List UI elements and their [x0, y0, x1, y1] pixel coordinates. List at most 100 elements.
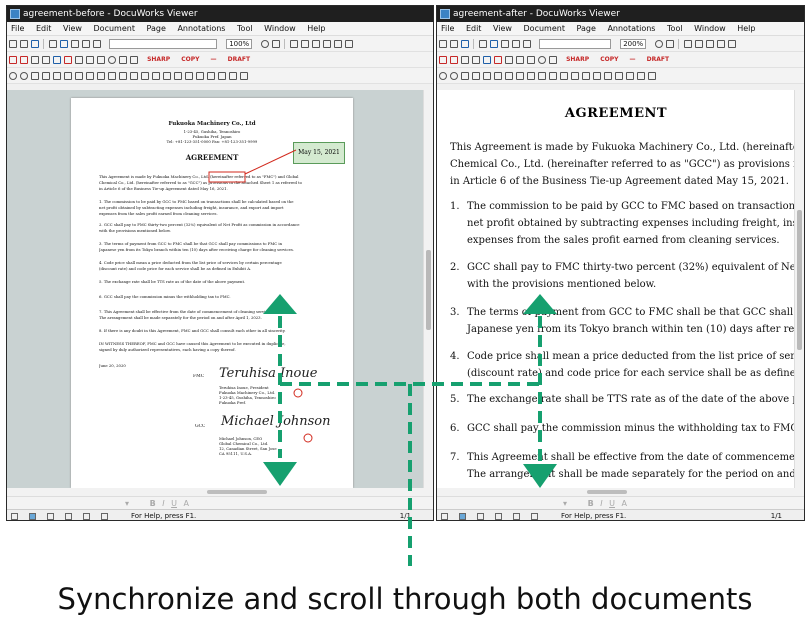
shape-smile-icon[interactable]: [582, 72, 590, 80]
shape-flag-icon[interactable]: [604, 72, 612, 80]
link-icon[interactable]: [119, 56, 127, 64]
shape-note-icon[interactable]: [637, 72, 645, 80]
shape-heart-icon[interactable]: [141, 72, 149, 80]
menu-view[interactable]: View: [493, 24, 512, 33]
shape-bracket-icon[interactable]: [516, 72, 524, 80]
search-input[interactable]: [539, 39, 612, 49]
text-select-icon[interactable]: [512, 40, 520, 48]
horizontal-scrollbar[interactable]: [437, 488, 804, 496]
shape-tag-icon[interactable]: [648, 72, 656, 80]
shape-note-icon[interactable]: [207, 72, 215, 80]
menu-edit[interactable]: Edit: [466, 24, 482, 33]
link-view-icon[interactable]: [531, 513, 538, 520]
zoom-select[interactable]: 100%: [226, 39, 253, 49]
ellipse-icon[interactable]: [75, 56, 83, 64]
menu-document[interactable]: Document: [524, 24, 565, 33]
text-annotation-icon[interactable]: [439, 56, 447, 64]
zoom-in-icon[interactable]: [655, 40, 664, 48]
shape-balloon-icon[interactable]: [626, 72, 634, 80]
date-stamp-icon[interactable]: [527, 56, 535, 64]
shape-cross-icon[interactable]: [494, 72, 502, 80]
stamp-draft[interactable]: DRAFT: [228, 56, 250, 63]
text-view-icon[interactable]: [513, 513, 520, 520]
shape-target-icon[interactable]: [450, 72, 458, 80]
text-view-icon[interactable]: [83, 513, 90, 520]
scroll-thumb[interactable]: [426, 250, 431, 330]
stamp-copy[interactable]: COPY: [181, 56, 199, 63]
thumbnail-view-icon[interactable]: [47, 513, 54, 520]
menu-window[interactable]: Window: [264, 24, 296, 33]
fit-page-icon[interactable]: [666, 40, 675, 48]
scroll-thumb[interactable]: [587, 490, 627, 494]
italic-button[interactable]: I: [162, 499, 164, 508]
shape-callout-icon[interactable]: [549, 72, 557, 80]
open-icon[interactable]: [439, 40, 447, 48]
hand-tool-icon[interactable]: [490, 40, 498, 48]
shape-triangle-icon[interactable]: [461, 72, 469, 80]
first-page-icon[interactable]: [290, 40, 299, 48]
menu-tool[interactable]: Tool: [237, 24, 253, 33]
zoom-select[interactable]: 200%: [620, 39, 647, 49]
font-select[interactable]: ▾: [563, 499, 567, 508]
shape-check-icon[interactable]: [615, 72, 623, 80]
last-page-icon[interactable]: [717, 40, 726, 48]
text-box-icon[interactable]: [20, 56, 28, 64]
print-icon[interactable]: [450, 40, 458, 48]
shape-circle-icon[interactable]: [439, 72, 447, 80]
thumbnail-icon[interactable]: [345, 40, 354, 48]
thumbnail-view-icon[interactable]: [477, 513, 484, 520]
last-page-icon[interactable]: [323, 40, 332, 48]
shape-diamond-icon[interactable]: [42, 72, 50, 80]
annotation-list-icon[interactable]: [495, 513, 502, 520]
stamp-copy[interactable]: COPY: [600, 56, 618, 63]
shape-diamond-icon[interactable]: [472, 72, 480, 80]
shape-moon-icon[interactable]: [593, 72, 601, 80]
stamp-line[interactable]: —: [211, 56, 217, 63]
print-icon[interactable]: [20, 40, 28, 48]
open-icon[interactable]: [9, 40, 17, 48]
shape-star-icon[interactable]: [505, 72, 513, 80]
shape-cross-icon[interactable]: [64, 72, 72, 80]
marker-icon[interactable]: [42, 56, 50, 64]
zoom-in-icon[interactable]: [261, 40, 270, 48]
image-icon[interactable]: [86, 56, 94, 64]
seal-icon[interactable]: [538, 56, 546, 64]
menu-help[interactable]: Help: [737, 24, 755, 33]
rotate-icon[interactable]: [334, 40, 343, 48]
menu-page[interactable]: Page: [577, 24, 596, 33]
stamp-sharp[interactable]: SHARP: [147, 56, 170, 63]
find-icon[interactable]: [523, 40, 531, 48]
sync-status-icon[interactable]: [459, 513, 466, 520]
page-view-icon[interactable]: [441, 513, 448, 520]
select-icon[interactable]: [479, 40, 487, 48]
menu-tool[interactable]: Tool: [667, 24, 683, 33]
horizontal-scrollbar[interactable]: [7, 488, 433, 496]
shape-arrow-icon[interactable]: [108, 72, 116, 80]
stamp-sharp[interactable]: SHARP: [566, 56, 589, 63]
italic-button[interactable]: I: [600, 499, 602, 508]
bold-button[interactable]: B: [588, 499, 594, 508]
scroll-thumb[interactable]: [207, 490, 267, 494]
menu-edit[interactable]: Edit: [36, 24, 52, 33]
find-icon[interactable]: [93, 40, 101, 48]
rectangle-icon[interactable]: [64, 56, 72, 64]
annotation-list-icon[interactable]: [65, 513, 72, 520]
text-box-icon[interactable]: [450, 56, 458, 64]
shape-more-icon[interactable]: [240, 72, 248, 80]
sync-icon[interactable]: [461, 40, 469, 48]
sync-icon[interactable]: [31, 40, 39, 48]
shape-arrow-icon[interactable]: [538, 72, 546, 80]
shape-check-icon[interactable]: [185, 72, 193, 80]
link-view-icon[interactable]: [101, 513, 108, 520]
link-icon[interactable]: [549, 56, 557, 64]
underline-button[interactable]: U: [171, 499, 177, 508]
rectangle-icon[interactable]: [494, 56, 502, 64]
shape-balloon-icon[interactable]: [196, 72, 204, 80]
menu-window[interactable]: Window: [694, 24, 726, 33]
arrow-icon[interactable]: [53, 56, 61, 64]
search-input[interactable]: [109, 39, 218, 49]
shape-circle-icon[interactable]: [9, 72, 17, 80]
select-icon[interactable]: [49, 40, 57, 48]
stamp-line[interactable]: —: [630, 56, 636, 63]
font-color-button[interactable]: A: [622, 499, 627, 508]
